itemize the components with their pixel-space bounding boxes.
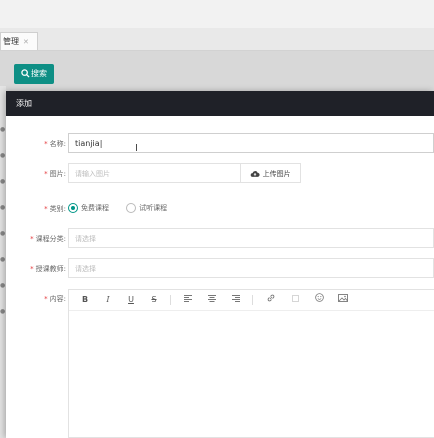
underline-button[interactable]: U: [125, 290, 137, 310]
bold-button[interactable]: B: [79, 290, 91, 310]
align-center-icon[interactable]: [206, 290, 218, 310]
radio-free-course-label: 免费课程: [81, 204, 109, 212]
link-icon[interactable]: [265, 290, 277, 310]
strikethrough-button[interactable]: S: [148, 290, 160, 310]
toolbar-divider: [252, 295, 253, 305]
close-icon[interactable]: ✕: [23, 38, 29, 46]
name-label: * 名称:: [44, 140, 66, 148]
unlink-icon[interactable]: [289, 290, 301, 310]
upload-image-button[interactable]: 上传图片: [241, 163, 301, 183]
align-left-icon[interactable]: [182, 290, 194, 310]
teacher-label: * 授课教师:: [30, 265, 66, 273]
image-label: * 图片:: [44, 170, 66, 178]
tab-manage[interactable]: 管理 ✕: [0, 32, 38, 50]
italic-button[interactable]: I: [102, 290, 114, 310]
radio-trial-course[interactable]: [126, 203, 137, 213]
align-right-icon[interactable]: [230, 290, 242, 310]
search-button[interactable]: 搜索: [14, 64, 54, 84]
tab-bar: 管理 ✕: [0, 28, 434, 51]
editor-toolbar: B I U S: [69, 290, 434, 311]
image-input[interactable]: 请输入图片: [68, 163, 241, 183]
name-input[interactable]: tianjia|: [68, 133, 434, 153]
emoji-icon[interactable]: [313, 290, 325, 310]
category-options: 免费课程 试听课程: [68, 203, 167, 213]
add-dialog: 添加 * 名称: tianjia| * 图片: 请输入图片 上传图片 * 类别: 免费…: [6, 91, 434, 438]
teacher-select[interactable]: 请选择: [68, 258, 434, 278]
dialog-title: 添加: [6, 91, 434, 116]
upload-label: 上传图片: [262, 170, 291, 178]
course-type-label: * 课程分类:: [30, 235, 66, 243]
text-cursor-icon: I: [135, 143, 138, 154]
content-label: * 内容:: [44, 295, 66, 303]
category-label: * 类别:: [44, 205, 66, 213]
course-type-select[interactable]: 请选择: [68, 228, 434, 248]
tab-label: 管理: [3, 37, 19, 46]
toolbar-divider: [170, 295, 171, 305]
radio-trial-course-label: 试听课程: [139, 204, 168, 212]
radio-free-course[interactable]: [68, 203, 78, 213]
rich-text-editor[interactable]: B I U S: [68, 289, 434, 438]
search-icon: [21, 69, 30, 78]
search-label: 搜索: [31, 69, 47, 78]
upload-cloud-icon: [251, 171, 260, 177]
image-icon[interactable]: [337, 290, 349, 310]
top-bar: [0, 0, 434, 28]
